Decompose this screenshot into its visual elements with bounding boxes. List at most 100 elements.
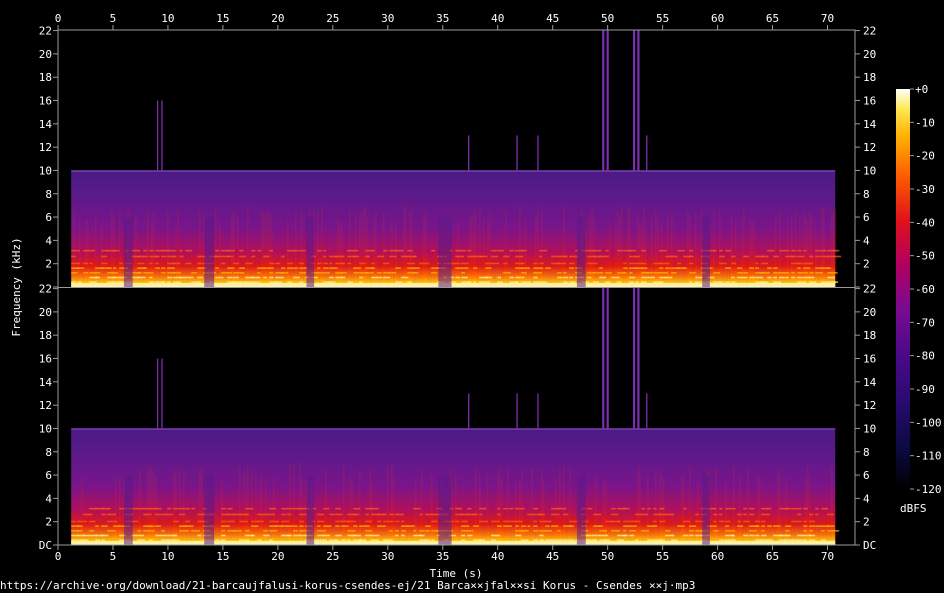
harmonic-streak xyxy=(641,281,647,283)
energy-column xyxy=(733,229,735,287)
harmonic-streak xyxy=(557,276,563,279)
harmonic-streak xyxy=(725,520,731,523)
harmonic-streak xyxy=(557,507,567,510)
harmonic-streak xyxy=(107,530,116,532)
energy-column xyxy=(609,221,611,287)
harmonic-streak xyxy=(299,530,306,532)
energy-column xyxy=(641,489,643,545)
harmonic-streak xyxy=(323,525,332,527)
harmonic-streak xyxy=(659,267,664,269)
harmonic-streak xyxy=(719,281,724,283)
energy-column xyxy=(329,490,331,545)
harmonic-streak xyxy=(329,267,338,269)
energy-column xyxy=(295,212,297,287)
y-tick-label: 10 xyxy=(863,422,876,435)
energy-column xyxy=(365,208,367,287)
energy-column xyxy=(529,502,531,545)
transient-spike xyxy=(637,288,640,429)
energy-column xyxy=(367,219,369,287)
harmonic-streak xyxy=(155,534,162,537)
energy-column xyxy=(87,496,89,545)
energy-column xyxy=(317,503,319,545)
harmonic-streak xyxy=(479,255,488,258)
harmonic-streak xyxy=(455,507,463,510)
energy-column xyxy=(507,252,509,287)
energy-column xyxy=(521,468,523,545)
harmonic-streak xyxy=(731,281,736,283)
energy-column xyxy=(411,210,413,287)
harmonic-streak xyxy=(737,276,744,279)
harmonic-streak xyxy=(833,281,838,283)
energy-column xyxy=(435,494,437,545)
harmonic-streak xyxy=(89,513,93,516)
energy-column xyxy=(405,513,407,545)
energy-column xyxy=(239,466,241,545)
harmonic-streak xyxy=(527,281,532,283)
energy-column xyxy=(791,484,793,545)
harmonic-streak xyxy=(797,267,801,269)
harmonic-streak xyxy=(185,262,192,265)
harmonic-streak xyxy=(713,530,719,532)
energy-column xyxy=(159,231,161,287)
harmonic-streak xyxy=(767,525,772,527)
harmonic-streak xyxy=(569,281,576,283)
harmonic-streak xyxy=(161,513,168,516)
harmonic-streak xyxy=(221,530,226,532)
harmonic-streak xyxy=(101,525,108,527)
harmonic-streak xyxy=(239,255,247,258)
harmonic-streak xyxy=(629,272,633,274)
harmonic-streak xyxy=(545,267,551,269)
transient-spike xyxy=(537,393,539,429)
harmonic-streak xyxy=(173,520,179,523)
energy-column xyxy=(635,490,637,545)
energy-column xyxy=(193,232,195,287)
harmonic-streak xyxy=(749,267,754,269)
y-tick-label: 22 xyxy=(863,283,876,296)
harmonic-streak xyxy=(731,539,736,541)
harmonic-streak xyxy=(335,513,343,516)
harmonic-streak xyxy=(803,249,807,252)
energy-column xyxy=(403,206,405,287)
energy-column xyxy=(775,509,777,545)
harmonic-streak xyxy=(461,525,470,527)
harmonic-streak xyxy=(815,513,819,516)
harmonic-streak xyxy=(629,276,636,279)
harmonic-streak xyxy=(803,262,810,265)
spectrogram-channel-2 xyxy=(71,288,840,545)
energy-column xyxy=(363,205,365,287)
harmonic-streak xyxy=(383,520,390,523)
harmonic-streak xyxy=(821,507,828,510)
harmonic-streak xyxy=(401,276,409,279)
energy-column xyxy=(531,467,533,545)
harmonic-streak xyxy=(785,525,792,527)
harmonic-streak xyxy=(467,281,472,283)
harmonic-streak xyxy=(389,539,393,541)
harmonic-streak xyxy=(755,539,763,541)
harmonic-streak xyxy=(335,534,342,537)
x-tick-label: 40 xyxy=(491,12,504,25)
harmonic-streak xyxy=(161,272,166,274)
harmonic-streak xyxy=(137,249,141,252)
energy-column xyxy=(437,233,439,287)
energy-column xyxy=(719,208,721,287)
energy-column xyxy=(811,213,813,287)
energy-column xyxy=(161,234,163,287)
energy-column xyxy=(467,491,469,545)
y-tick-label: 18 xyxy=(863,71,876,84)
energy-column xyxy=(385,231,387,287)
x-tick-label: 55 xyxy=(656,12,669,25)
energy-column xyxy=(739,244,741,287)
energy-column xyxy=(135,515,137,545)
colorbar-gradient xyxy=(896,89,910,489)
harmonic-streak xyxy=(269,539,273,541)
harmonic-streak xyxy=(317,249,322,252)
x-tick-label: 0 xyxy=(55,12,62,25)
harmonic-streak xyxy=(221,534,226,537)
harmonic-streak xyxy=(401,530,406,532)
harmonic-streak xyxy=(155,513,161,516)
harmonic-streak xyxy=(245,530,250,532)
harmonic-streak xyxy=(803,539,808,541)
harmonic-streak xyxy=(113,520,118,523)
harmonic-streak xyxy=(143,255,148,258)
energy-column xyxy=(695,212,697,287)
